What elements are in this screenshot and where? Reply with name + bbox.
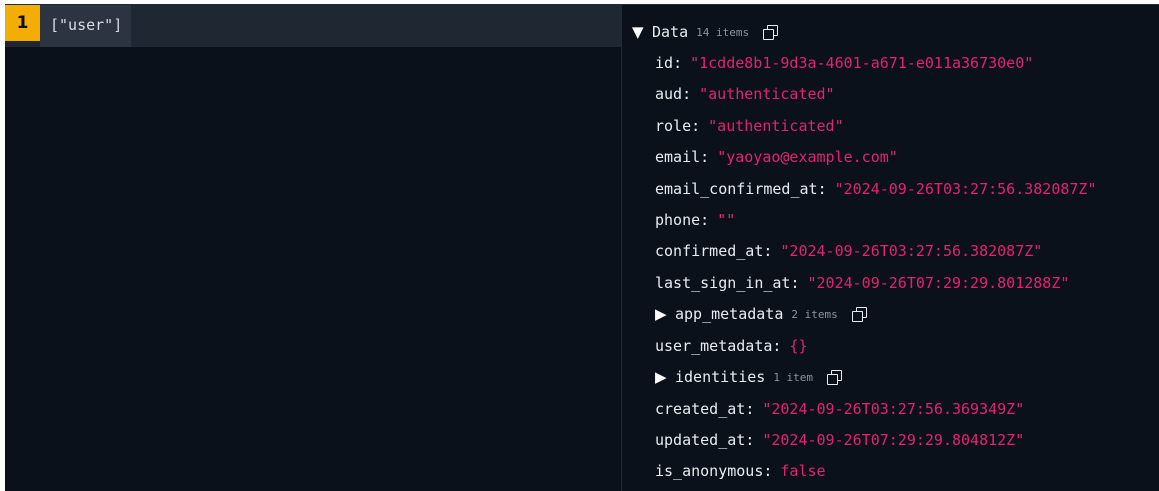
json-key: email_confirmed_at [655,180,818,198]
json-key: email [655,148,701,166]
json-colon: : [772,337,782,355]
json-row-is-anonymous: is_anonymous: false [655,458,826,484]
item-count: 1 item [773,370,814,384]
code-text[interactable]: ["user"] [50,16,122,34]
json-value: "2024-09-26T07:29:29.804812Z" [762,431,1025,449]
json-value: "1cdde8b1-9d3a-4601-a671-e011a36730e0" [690,54,1034,72]
json-value: "" [717,211,736,229]
json-value: "authenticated" [708,117,844,135]
json-viewer: ▼ Data 14 items id: "1cdde8b1-9d3a-4601-… [622,5,1159,491]
json-key: phone [655,211,701,229]
json-root-row[interactable]: ▼ Data 14 items [632,19,779,45]
copy-icon[interactable] [763,24,779,40]
json-row-updated-at: updated_at: "2024-09-26T07:29:29.804812Z… [655,427,1024,453]
json-key: role [655,117,692,135]
json-key: user_metadata [655,337,773,355]
json-row-id: id: "1cdde8b1-9d3a-4601-a671-e011a36730e… [655,50,1033,76]
json-colon: : [745,400,755,418]
json-key: created_at [655,400,746,418]
json-row-aud: aud: "authenticated" [655,81,835,107]
json-key: app_metadata [675,305,784,323]
json-value: "2024-09-26T03:27:56.382087Z" [834,180,1097,198]
json-key: updated_at [655,431,746,449]
json-colon: : [673,54,683,72]
json-key: confirmed_at [655,242,764,260]
json-colon: : [745,431,755,449]
triangle-down-icon[interactable]: ▼ [632,23,652,41]
triangle-right-icon[interactable]: ▶ [655,305,675,323]
json-value: "authenticated" [699,85,835,103]
json-key: last_sign_in_at [655,274,791,292]
app-window: 1 ["user"] ▼ Data 14 items id: "1cdde8b1… [5,4,1159,491]
json-colon: : [817,180,827,198]
json-row-email: email: "yaoyao@example.com" [655,144,898,170]
json-row-phone: phone: "" [655,207,735,233]
json-row-confirmed-at: confirmed_at: "2024-09-26T03:27:56.38208… [655,238,1042,264]
item-count: 2 items [791,307,838,321]
json-value: "2024-09-26T07:29:29.801288Z" [807,274,1070,292]
item-count: 14 items [696,25,750,39]
json-colon: : [682,85,692,103]
json-row-role: role: "authenticated" [655,113,844,139]
json-root-key: Data [652,23,689,41]
json-colon: : [790,274,800,292]
json-value: "2024-09-26T03:27:56.369349Z" [762,400,1025,418]
json-value: {} [789,337,808,355]
json-colon: : [763,462,773,480]
json-colon: : [691,117,701,135]
json-key: aud [655,85,683,103]
json-key: is_anonymous [655,462,764,480]
json-row-last-sign-in-at: last_sign_in_at: "2024-09-26T07:29:29.80… [655,270,1069,296]
json-row-app-metadata[interactable]: ▶ app_metadata 2 items [655,301,867,327]
copy-icon[interactable] [827,369,843,385]
json-key: identities [675,368,766,386]
json-colon: : [763,242,773,260]
json-colon: : [700,148,710,166]
json-row-user-metadata: user_metadata: {} [655,333,808,359]
json-row-created-at: created_at: "2024-09-26T03:27:56.369349Z… [655,396,1024,422]
line-number: 1 [5,5,40,41]
json-value: "yaoyao@example.com" [717,148,898,166]
triangle-right-icon[interactable]: ▶ [655,368,675,386]
json-value: false [780,462,826,480]
query-editor[interactable]: 1 ["user"] [5,5,621,491]
json-value: "2024-09-26T03:27:56.382087Z" [780,242,1043,260]
copy-icon[interactable] [851,306,867,322]
json-colon: : [700,211,710,229]
editor-active-line[interactable]: 1 ["user"] [5,5,621,47]
json-key: id [655,54,674,72]
json-row-email-confirmed-at: email_confirmed_at: "2024-09-26T03:27:56… [655,176,1097,202]
json-row-identities[interactable]: ▶ identities 1 item [655,364,843,390]
